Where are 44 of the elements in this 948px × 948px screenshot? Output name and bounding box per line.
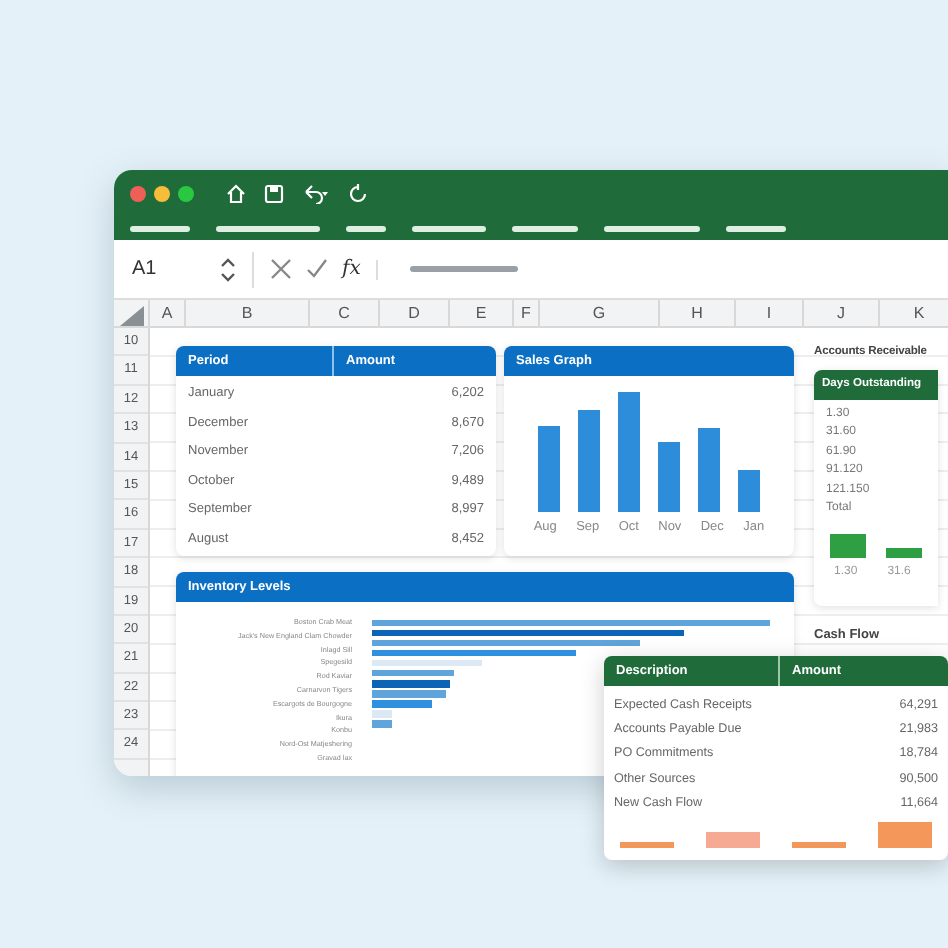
cell-reference-field[interactable]: A1	[132, 254, 220, 284]
chart-bar	[886, 547, 922, 558]
maximize-button[interactable]	[178, 186, 194, 202]
chart-bar	[537, 426, 560, 512]
column-header[interactable]: E	[450, 300, 514, 326]
chart-bar	[658, 442, 681, 512]
column-header[interactable]: D	[380, 300, 450, 326]
chart-bar	[830, 533, 866, 558]
function-button[interactable]: fx	[342, 254, 361, 284]
cancel-icon[interactable]	[270, 258, 292, 280]
column-header[interactable]: H	[660, 300, 736, 326]
column-header[interactable]: I	[736, 300, 804, 326]
chart-bar	[738, 470, 761, 512]
ribbon-tab[interactable]	[726, 225, 786, 231]
chart-bar	[372, 660, 482, 667]
chart-bar	[792, 841, 846, 848]
chart-bar	[698, 428, 721, 512]
column-header[interactable]: B	[186, 300, 310, 326]
save-icon[interactable]	[264, 184, 284, 204]
column-header[interactable]: K	[880, 300, 948, 326]
column-header[interactable]: A	[150, 300, 186, 326]
ribbon-tab[interactable]	[604, 225, 700, 231]
chart-bar	[577, 410, 600, 512]
ribbon-tab[interactable]	[346, 225, 386, 231]
chart-bar	[620, 841, 674, 848]
refresh-icon[interactable]	[348, 184, 368, 204]
chart-bar	[878, 821, 932, 848]
ribbon-tab[interactable]	[512, 225, 578, 231]
column-header[interactable]: C	[310, 300, 380, 326]
column-header[interactable]: F	[514, 300, 540, 326]
chart-bar	[706, 831, 760, 848]
formula-field[interactable]	[410, 266, 519, 272]
ribbon-tab[interactable]	[130, 225, 190, 231]
stepper-icon[interactable]	[220, 257, 236, 281]
chart-bar	[617, 392, 640, 512]
undo-icon[interactable]	[302, 184, 330, 204]
minimize-button[interactable]	[154, 186, 170, 202]
ribbon-tab[interactable]	[216, 225, 320, 231]
column-header[interactable]: G	[540, 300, 660, 326]
ribbon-tab[interactable]	[412, 225, 486, 231]
home-icon[interactable]	[226, 184, 246, 204]
column-header[interactable]: J	[804, 300, 880, 326]
check-icon[interactable]	[306, 258, 328, 280]
chart-bar	[372, 670, 454, 677]
